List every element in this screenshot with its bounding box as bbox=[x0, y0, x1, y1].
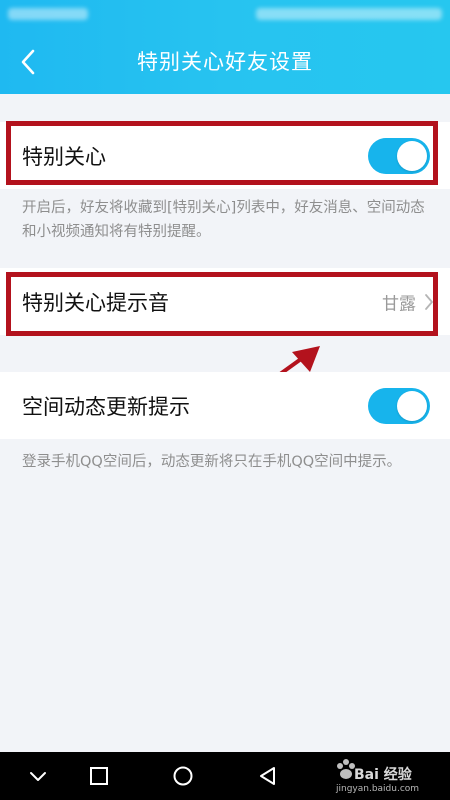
special-care-toggle[interactable] bbox=[368, 137, 430, 174]
special-care-label: 特别关心 bbox=[22, 144, 106, 169]
setting-row-qzone-update: 空间动态更新提示 bbox=[0, 372, 450, 439]
setting-row-special-care: 特别关心 bbox=[0, 122, 450, 189]
nav-home-button[interactable] bbox=[169, 762, 197, 790]
qzone-update-description: 登录手机QQ空间后，动态更新将只在手机QQ空间中提示。 bbox=[22, 454, 402, 470]
chevron-down-icon bbox=[30, 772, 46, 781]
chevron-right-icon bbox=[425, 293, 433, 310]
app-header: 特别关心好友设置 bbox=[0, 0, 450, 94]
setting-row-special-care-sound[interactable]: 特别关心提示音 甘露 bbox=[0, 268, 450, 335]
special-care-sound-label: 特别关心提示音 bbox=[22, 290, 169, 315]
status-bar bbox=[0, 0, 450, 30]
special-care-sound-value: 甘露 bbox=[382, 294, 416, 314]
page-title: 特别关心好友设置 bbox=[137, 50, 313, 74]
circle-icon bbox=[173, 766, 193, 786]
nav-hide-button[interactable] bbox=[24, 762, 52, 790]
watermark-brand: Bai 经验 bbox=[354, 767, 412, 783]
qzone-update-toggle[interactable] bbox=[368, 387, 430, 424]
toggle-knob bbox=[397, 140, 427, 171]
status-bar-right-blurred bbox=[256, 8, 442, 20]
qzone-update-label: 空间动态更新提示 bbox=[22, 394, 190, 419]
watermark-url: jingyan.baidu.com bbox=[336, 784, 420, 794]
nav-recents-button[interactable] bbox=[85, 762, 113, 790]
toggle-knob bbox=[397, 390, 427, 421]
status-bar-left-blurred bbox=[8, 8, 88, 20]
special-care-description: 开启后，好友将收藏到[特别关心]列表中，好友消息、空间动态和小视频通知将有特别提… bbox=[22, 200, 425, 240]
triangle-back-icon bbox=[260, 767, 275, 785]
square-icon bbox=[90, 767, 108, 785]
nav-back-button[interactable] bbox=[254, 762, 282, 790]
